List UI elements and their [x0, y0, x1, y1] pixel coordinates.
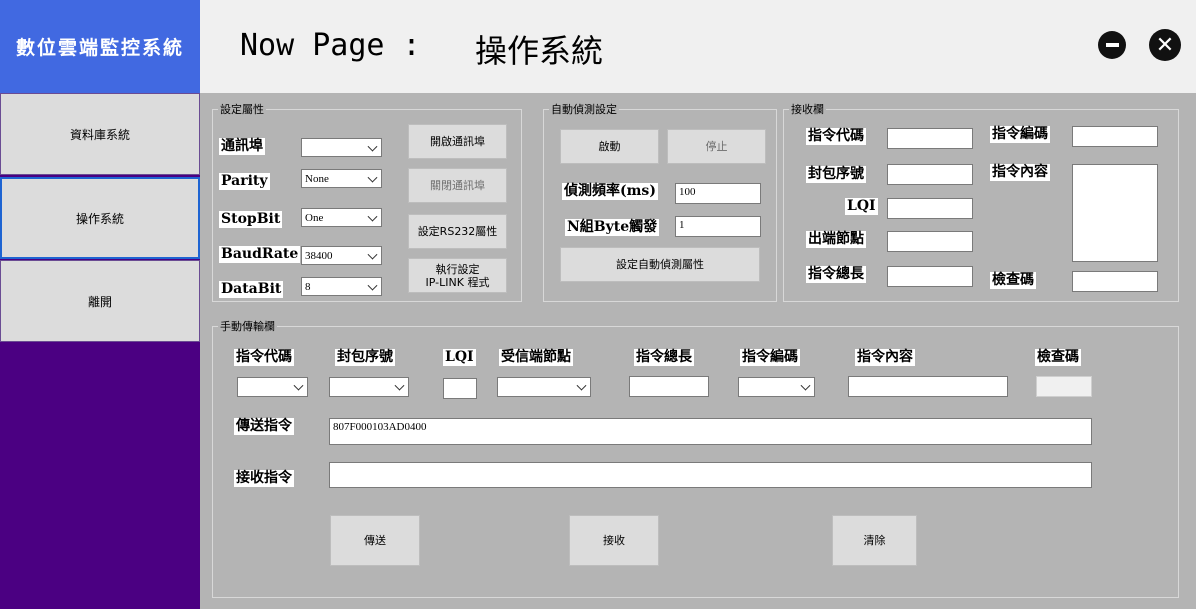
send-button[interactable]: 傳送 [330, 515, 420, 566]
recv-lqi-field[interactable] [887, 198, 973, 219]
baudrate-select[interactable]: 38400 [301, 246, 382, 265]
start-detect-button[interactable]: 啟動 [560, 129, 659, 164]
databit-select[interactable]: 8 [301, 277, 382, 296]
sidebar-item-label: 離開 [87, 294, 112, 309]
recv-packet-seq-label: 封包序號 [806, 166, 866, 183]
open-port-button[interactable]: 開啟通訊埠 [408, 124, 507, 159]
baudrate-label: BaudRate [219, 246, 301, 263]
manual-recv-node-select[interactable] [497, 377, 591, 397]
port-select[interactable] [301, 138, 382, 157]
exec-iplink-button-line2: IP-LINK 程式 [425, 275, 490, 289]
send-command-field[interactable]: 807F000103AD0400 [329, 418, 1092, 445]
manual-cmd-num-label: 指令編碼 [740, 349, 800, 366]
page-title: 操作系統 [475, 32, 604, 70]
minimize-icon[interactable] [1098, 31, 1126, 59]
manual-cmd-code-label: 指令代碼 [234, 349, 294, 366]
nbyte-trigger-input[interactable]: 1 [675, 216, 761, 237]
parity-select-value: None [305, 172, 329, 185]
nbyte-trigger-label: N組Byte觸發 [565, 219, 660, 236]
recv-checksum-field[interactable] [1072, 271, 1158, 292]
chevron-down-icon [367, 280, 378, 291]
manual-cmd-len-label: 指令總長 [634, 349, 694, 366]
chevron-down-icon [367, 249, 378, 260]
chevron-down-icon [367, 172, 378, 183]
recv-lqi-label: LQI [845, 198, 878, 215]
manual-recv-node-label: 受信端節點 [499, 349, 573, 366]
minimize-glyph [1105, 43, 1119, 47]
set-rs232-button[interactable]: 設定RS232屬性 [408, 214, 507, 249]
databit-label: DataBit [219, 281, 284, 298]
stop-detect-button[interactable]: 停止 [667, 129, 766, 164]
sidebar-item-database[interactable]: 資料庫系統 [0, 93, 200, 175]
stopbit-select[interactable]: One [301, 208, 382, 227]
manual-packet-seq-select[interactable] [329, 377, 409, 397]
chevron-down-icon [293, 380, 304, 391]
recv-cmd-len-field[interactable] [887, 266, 973, 287]
manual-cmd-num-select[interactable] [738, 377, 815, 397]
chevron-down-icon [367, 141, 378, 152]
recv-cmd-len-label: 指令總長 [806, 266, 866, 283]
manual-cmd-content-field[interactable] [848, 376, 1008, 397]
close-icon[interactable]: ✕ [1149, 29, 1181, 61]
exec-iplink-button-line1: 執行設定 [435, 262, 480, 276]
recv-cmd-code-field[interactable] [887, 128, 973, 149]
recv-packet-seq-field[interactable] [887, 164, 973, 185]
stopbit-label: StopBit [219, 211, 283, 228]
manual-cmd-content-label: 指令內容 [855, 349, 915, 366]
recv-cmd-num-field[interactable] [1072, 126, 1158, 147]
receive-command-field[interactable] [329, 462, 1092, 488]
detect-frequency-label: 偵測頻率(ms) [562, 183, 658, 200]
recv-cmd-content-label: 指令內容 [990, 164, 1050, 181]
chevron-down-icon [576, 380, 587, 391]
parity-select[interactable]: None [301, 169, 382, 188]
recv-out-node-label: 出端節點 [806, 231, 866, 248]
page-label: Now Page : [240, 28, 421, 63]
manual-lqi-label: LQI [443, 349, 476, 366]
parity-label: Parity [219, 173, 270, 190]
send-command-label: 傳送指令 [234, 418, 294, 435]
manual-cmd-code-select[interactable] [237, 377, 308, 397]
port-label: 通訊埠 [219, 138, 265, 155]
recv-cmd-content-field[interactable] [1072, 164, 1158, 262]
chevron-down-icon [800, 380, 811, 391]
manual-transfer-group-title: 手動傳輸欄 [218, 320, 277, 333]
sidebar-item-operation[interactable]: 操作系統 [0, 177, 200, 259]
receive-group-title: 接收欄 [789, 103, 826, 116]
baudrate-select-value: 38400 [305, 249, 333, 262]
detect-frequency-input[interactable]: 100 [675, 183, 761, 204]
close-port-button[interactable]: 關閉通訊埠 [408, 168, 507, 203]
manual-packet-seq-label: 封包序號 [335, 349, 395, 366]
chevron-down-icon [367, 211, 378, 222]
stopbit-select-value: One [305, 211, 324, 224]
set-auto-detect-button[interactable]: 設定自動偵測屬性 [560, 247, 760, 282]
recv-out-node-field[interactable] [887, 231, 973, 252]
settings-group-title: 設定屬性 [218, 103, 266, 116]
recv-checksum-label: 檢查碼 [990, 272, 1036, 289]
sidebar-item-label: 資料庫系統 [69, 127, 130, 142]
manual-checksum-label: 檢查碼 [1035, 349, 1081, 366]
sidebar-item-label: 操作系統 [75, 211, 124, 226]
receive-command-label: 接收指令 [234, 470, 294, 487]
manual-cmd-len-field[interactable] [629, 376, 709, 397]
auto-detect-group-title: 自動偵測設定 [549, 103, 619, 116]
receive-button[interactable]: 接收 [569, 515, 659, 566]
manual-lqi-field[interactable] [443, 378, 477, 399]
exec-iplink-button[interactable]: 執行設定 IP-LINK 程式 [408, 258, 507, 293]
app-title: 數位雲端監控系統 [0, 0, 200, 93]
recv-cmd-num-label: 指令編碼 [990, 126, 1050, 143]
manual-checksum-field [1036, 376, 1092, 397]
clear-button[interactable]: 清除 [832, 515, 917, 566]
sidebar-item-exit[interactable]: 離開 [0, 260, 200, 342]
recv-cmd-code-label: 指令代碼 [806, 128, 866, 145]
chevron-down-icon [394, 380, 405, 391]
databit-select-value: 8 [305, 280, 311, 293]
